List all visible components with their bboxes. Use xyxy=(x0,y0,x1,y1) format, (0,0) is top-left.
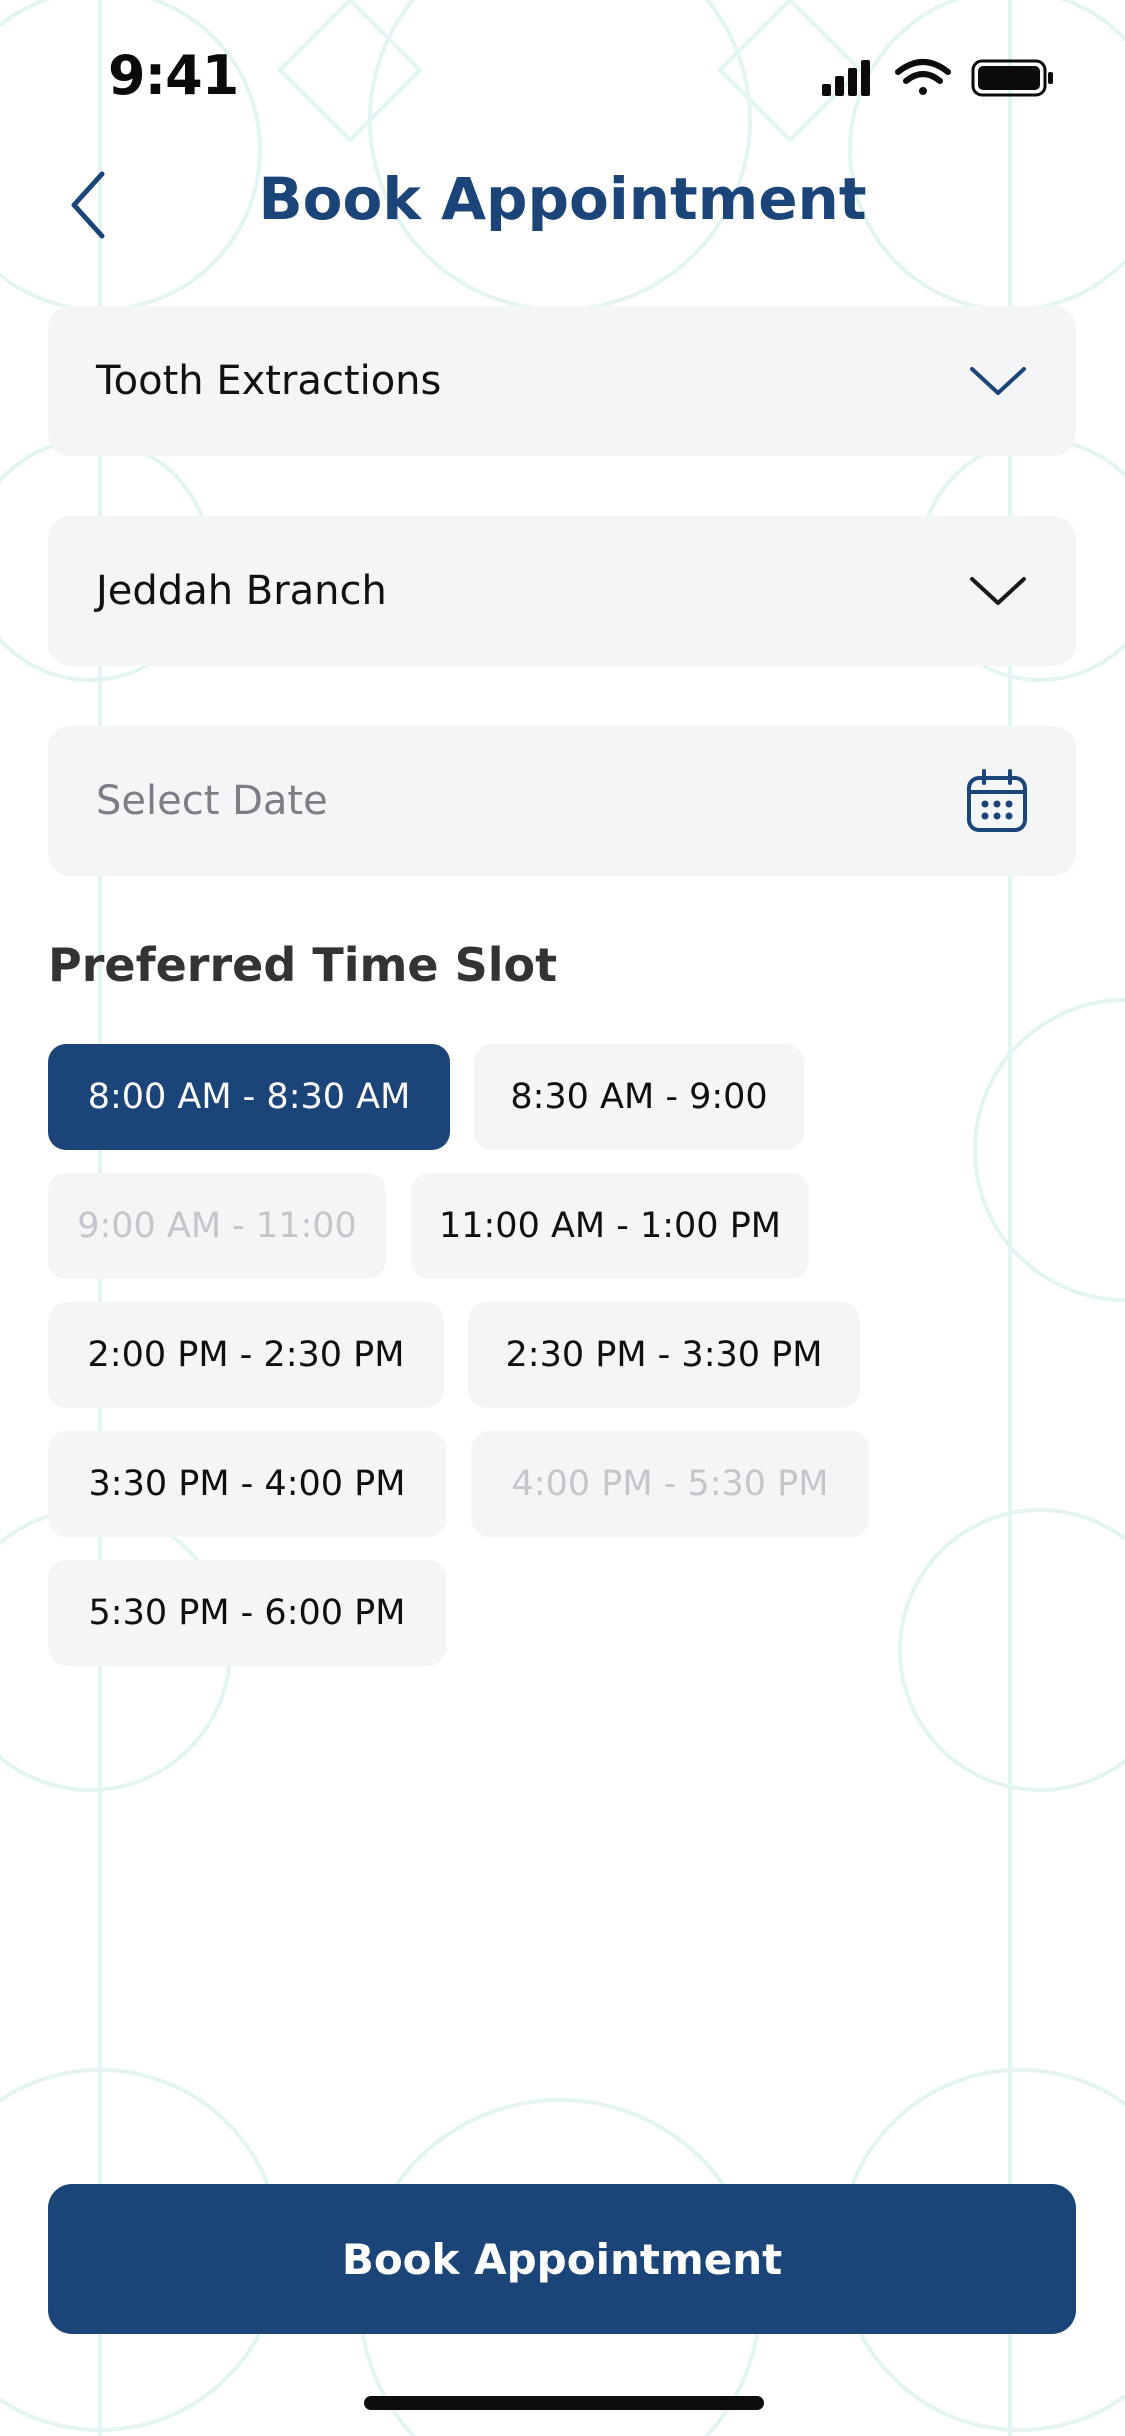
branch-dropdown-value: Jeddah Branch xyxy=(96,568,387,614)
chevron-down-icon xyxy=(970,367,1026,395)
battery-icon xyxy=(971,59,1053,97)
date-input[interactable]: Select Date xyxy=(48,726,1076,876)
time-slot-button[interactable]: 5:30 PM - 6:00 PM xyxy=(48,1560,446,1666)
time-slot-button: 4:00 PM - 5:30 PM xyxy=(471,1431,869,1537)
chevron-down-icon xyxy=(970,577,1026,605)
time-slot-button[interactable]: 8:30 AM - 9:00 xyxy=(474,1044,804,1150)
status-time: 9:41 xyxy=(108,44,239,107)
date-input-placeholder: Select Date xyxy=(96,778,328,824)
book-appointment-button[interactable]: Book Appointment xyxy=(48,2184,1076,2334)
time-slot-button[interactable]: 2:30 PM - 3:30 PM xyxy=(468,1302,860,1408)
time-slot-section-title: Preferred Time Slot xyxy=(48,938,558,992)
home-indicator xyxy=(364,2396,764,2410)
service-dropdown-value: Tooth Extractions xyxy=(96,358,442,404)
wifi-icon xyxy=(895,59,951,95)
branch-dropdown[interactable]: Jeddah Branch xyxy=(48,516,1076,666)
calendar-icon[interactable] xyxy=(966,768,1028,834)
time-slot-button[interactable]: 3:30 PM - 4:00 PM xyxy=(48,1431,446,1537)
time-slot-button[interactable]: 2:00 PM - 2:30 PM xyxy=(48,1302,444,1408)
service-dropdown[interactable]: Tooth Extractions xyxy=(48,306,1076,456)
page-title: Book Appointment xyxy=(258,165,867,233)
time-slot-button: 9:00 AM - 11:00 xyxy=(48,1173,386,1279)
time-slot-button[interactable]: 8:00 AM - 8:30 AM xyxy=(48,1044,450,1150)
time-slot-button[interactable]: 11:00 AM - 1:00 PM xyxy=(411,1173,809,1279)
signal-icon xyxy=(822,60,870,96)
status-icons xyxy=(822,59,1053,97)
